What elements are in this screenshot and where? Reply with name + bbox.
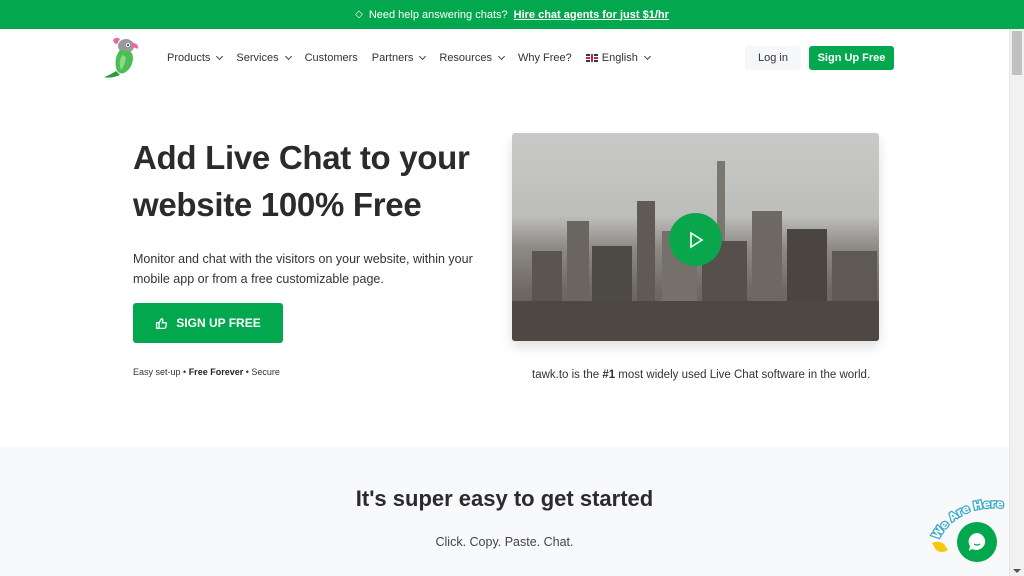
main-nav: Products Services Customers Partners Res… xyxy=(0,29,1009,87)
chevron-down-icon xyxy=(497,52,505,61)
chevron-down-icon xyxy=(643,52,651,61)
thumbs-up-icon xyxy=(156,317,168,329)
section-subtitle: Click. Copy. Paste. Chat. xyxy=(435,535,574,549)
chat-icon xyxy=(968,533,986,551)
signup-button[interactable]: Sign Up Free xyxy=(809,46,894,70)
nav-products[interactable]: Products xyxy=(167,52,224,64)
video-caption: tawk.to is the #1 most widely used Live … xyxy=(532,369,871,381)
hire-agents-link[interactable]: Hire chat agents for just $1/hr xyxy=(514,9,669,21)
diamond-icon: ◇ xyxy=(355,9,363,20)
chevron-down-icon xyxy=(284,52,292,61)
section-title: It's super easy to get started xyxy=(355,486,654,511)
nav-menu: Products Services Customers Partners Res… xyxy=(167,29,664,87)
nav-why-free[interactable]: Why Free? xyxy=(518,52,572,64)
vertical-scrollbar[interactable] xyxy=(1009,29,1024,576)
hero-features: Easy set-up • Free Forever • Secure xyxy=(133,367,280,377)
uk-flag-icon xyxy=(585,54,598,62)
tawk-logo[interactable] xyxy=(102,35,148,81)
announcement-bar: ◇ Need help answering chats? Hire chat a… xyxy=(0,0,1024,29)
waving-hand-icon xyxy=(932,541,948,552)
chevron-down-icon xyxy=(216,52,224,61)
nav-customers[interactable]: Customers xyxy=(305,52,358,64)
scrollbar-thumb[interactable] xyxy=(1012,31,1022,75)
play-video-button[interactable] xyxy=(669,213,722,266)
chevron-down-icon xyxy=(419,52,427,61)
language-selector[interactable]: English xyxy=(585,52,651,64)
signup-free-cta-button[interactable]: SIGN UP FREE xyxy=(133,303,283,343)
chat-widget-button[interactable] xyxy=(957,522,997,562)
nav-services[interactable]: Services xyxy=(236,52,292,64)
login-button[interactable]: Log in xyxy=(745,46,801,70)
hero-description: Monitor and chat with the visitors on yo… xyxy=(133,252,473,286)
nav-resources[interactable]: Resources xyxy=(439,52,505,64)
announcement-text: Need help answering chats? xyxy=(368,8,508,21)
nav-partners[interactable]: Partners xyxy=(372,52,427,64)
scroll-down-arrow-icon[interactable] xyxy=(1013,569,1021,573)
play-icon xyxy=(689,231,703,248)
hero-title: Add Live Chat to your website 100% Free xyxy=(133,139,470,223)
